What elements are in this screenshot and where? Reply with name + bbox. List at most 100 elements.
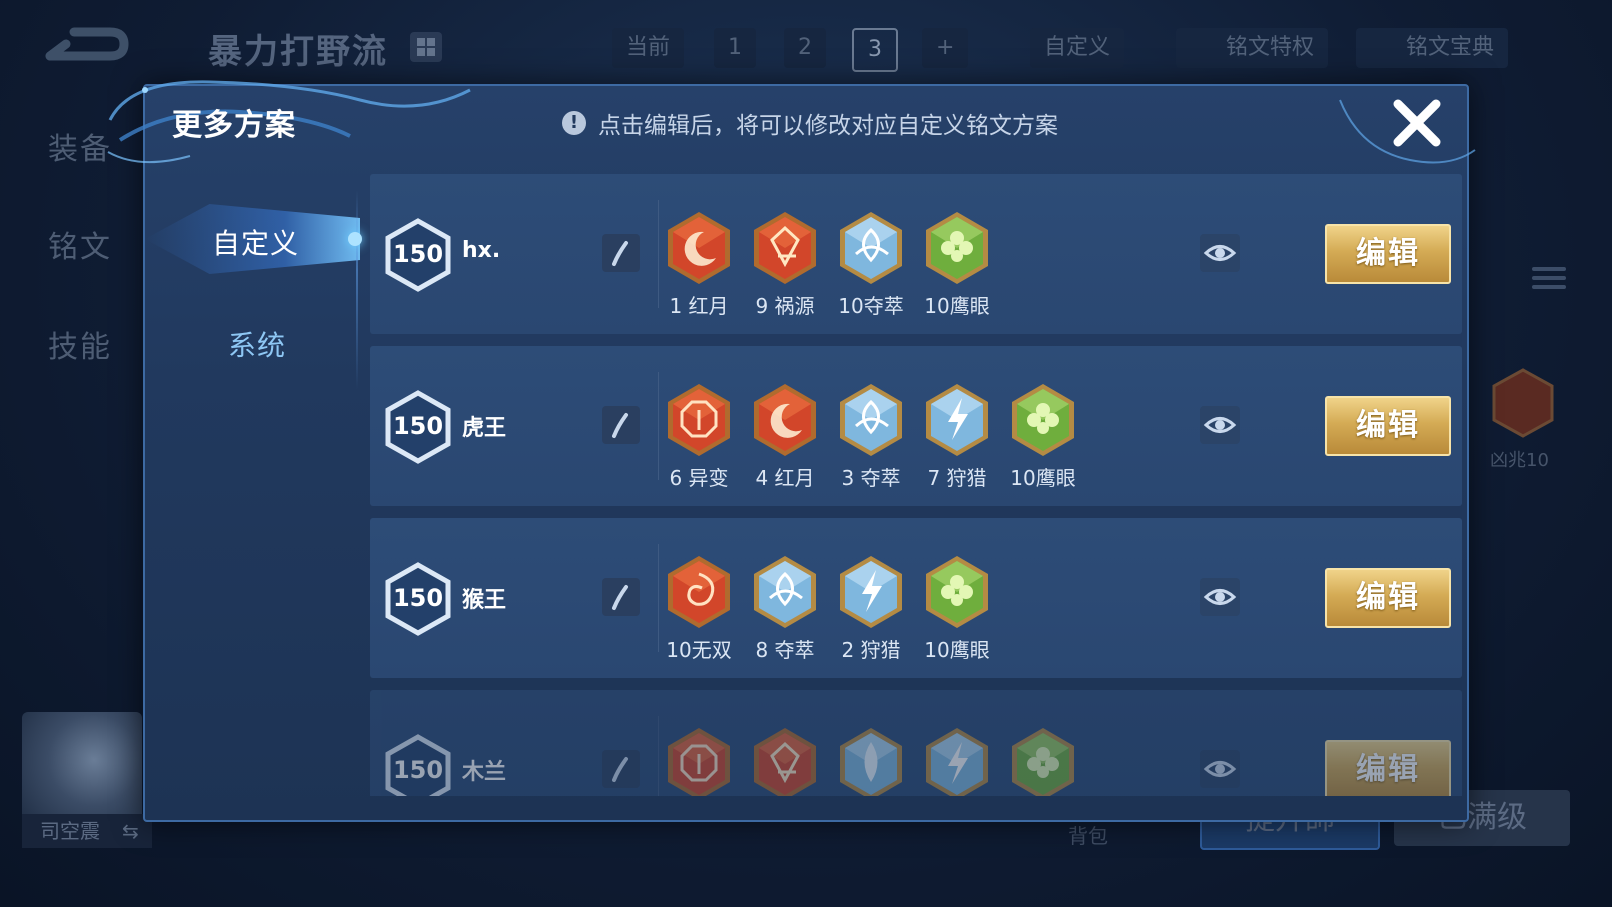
preview-button[interactable] [1200,406,1240,444]
rune-gem [922,726,992,796]
tab-custom-schemes[interactable]: 自定义 [212,222,299,262]
rune-slot[interactable] [662,726,736,796]
scheme-row[interactable]: 150 猴王 编辑 10无双 8 夺萃 2 狩猎 10鹰眼 [370,518,1462,678]
rune-gem [664,382,734,458]
back-arrow-icon[interactable] [40,22,130,72]
triquetra-rune-icon [840,212,902,284]
close-icon [1393,99,1441,147]
scheme-row[interactable]: 150 木兰 编辑 [370,690,1462,796]
octagon-rune-icon [668,728,730,796]
eye-icon [1203,417,1237,433]
tab-custom[interactable]: 自定义 [1030,28,1125,68]
close-button[interactable] [1390,96,1444,150]
edit-button[interactable]: 编辑 [1325,396,1451,456]
rune-slot[interactable]: 8 夺萃 [748,554,822,663]
rune-slot[interactable] [920,726,994,796]
rune-slot[interactable]: 3 夺萃 [834,382,908,491]
rune-label: 8 夺萃 [755,638,815,662]
rune-gem [1008,382,1078,458]
side-nav-runes[interactable]: 铭文 [48,222,112,266]
bag-label[interactable]: 背包 [1068,820,1108,849]
rune-slot[interactable]: 10鹰眼 [920,210,994,319]
edit-button[interactable]: 编辑 [1325,740,1451,796]
preview-button[interactable] [1200,578,1240,616]
row-divider [658,200,659,308]
rune-gem [750,726,820,796]
grid-icon[interactable] [410,32,442,62]
rune-slot[interactable]: 1 红月 [662,210,736,319]
rune-gem [836,382,906,458]
pen-icon [612,413,628,438]
scheme-row[interactable]: 150 hx. 编辑 1 红月 9 祸源 10夺萃 10鹰眼 [370,174,1462,334]
tab-system-schemes[interactable]: 系统 [228,324,286,364]
rune-slot[interactable]: 10无双 [662,554,736,663]
tab-add[interactable]: + [922,28,969,68]
pen-icon [612,241,628,266]
active-tab-dot [348,232,362,246]
swirl-rune-icon [668,556,730,628]
rune-gem [836,726,906,796]
rune-slot[interactable]: 4 红月 [748,382,822,491]
scheme-list[interactable]: 150 hx. 编辑 1 红月 9 祸源 10夺萃 10鹰眼 150 虎王 编辑 6 异变 4 红月 3… [370,174,1464,796]
clover-rune-icon [926,556,988,628]
rune-label: 10鹰眼 [924,638,990,662]
swap-icon: ⇆ [122,819,139,843]
rune-slot[interactable]: 10夺萃 [834,210,908,319]
pen-icon [612,585,628,610]
side-nav-equipment[interactable]: 装备 [48,124,112,168]
rune-gem [1008,726,1078,796]
rune-slot[interactable]: 9 祸源 [748,210,822,319]
octagon-rune-icon [668,384,730,456]
level-value: 150 [392,584,444,612]
edit-notice: ! 点击编辑后，将可以修改对应自定义铭文方案 [562,106,1058,140]
rune-slot[interactable] [834,726,908,796]
triquetra-rune-icon [840,384,902,456]
hero-name-bar[interactable]: 司空震 ⇆ [22,814,152,848]
rune-slot[interactable] [1006,726,1080,796]
rune-gem [836,210,906,286]
pen-icon [612,757,628,782]
row-divider [658,372,659,480]
rune-slot[interactable]: 10鹰眼 [920,554,994,663]
lightning-rune-icon [926,384,988,456]
rename-button[interactable] [602,750,640,788]
tab-rune-guide[interactable]: 铭文宝典 [1356,28,1509,68]
rune-label: 10夺萃 [838,294,904,318]
eye-icon [1203,245,1237,261]
rename-button[interactable] [602,234,640,272]
rename-button[interactable] [602,406,640,444]
dialog-title: 更多方案 [172,108,296,143]
equip-slot-label: 凶兆10 [1490,450,1549,471]
rune-gem [664,210,734,286]
rune-gem [664,554,734,630]
preview-button[interactable] [1200,234,1240,272]
tab-2[interactable]: 2 [784,28,826,68]
edit-button[interactable]: 编辑 [1325,568,1451,628]
list-icon[interactable] [1532,262,1566,296]
preview-button[interactable] [1200,750,1240,788]
scheme-name: hx. [462,238,501,263]
rune-slot[interactable]: 2 狩猎 [834,554,908,663]
tab-3[interactable]: 3 [852,28,898,72]
page-title: 暴力打野流 [208,32,388,72]
level-value: 150 [392,240,444,268]
rune-gem [750,210,820,286]
equip-slot-icon[interactable] [1488,368,1558,458]
rune-slot[interactable] [748,726,822,796]
crescent-rune-icon [754,384,816,456]
scheme-row[interactable]: 150 虎王 编辑 6 异变 4 红月 3 夺萃 7 狩猎 10鹰眼 [370,346,1462,506]
rune-gem [922,210,992,286]
info-icon: ! [562,111,586,135]
rune-slot[interactable]: 10鹰眼 [1006,382,1080,491]
tab-current[interactable]: 当前 [612,28,685,68]
rune-label: 6 异变 [669,466,729,490]
side-nav-skills[interactable]: 技能 [48,322,112,366]
tab-rune-privilege[interactable]: 铭文特权 [1176,28,1329,68]
rune-label: 4 红月 [755,466,815,490]
rune-slot[interactable]: 6 异变 [662,382,736,491]
tab-1[interactable]: 1 [714,28,756,68]
edit-button[interactable]: 编辑 [1325,224,1451,284]
rune-gem [750,554,820,630]
rename-button[interactable] [602,578,640,616]
rune-slot[interactable]: 7 狩猎 [920,382,994,491]
